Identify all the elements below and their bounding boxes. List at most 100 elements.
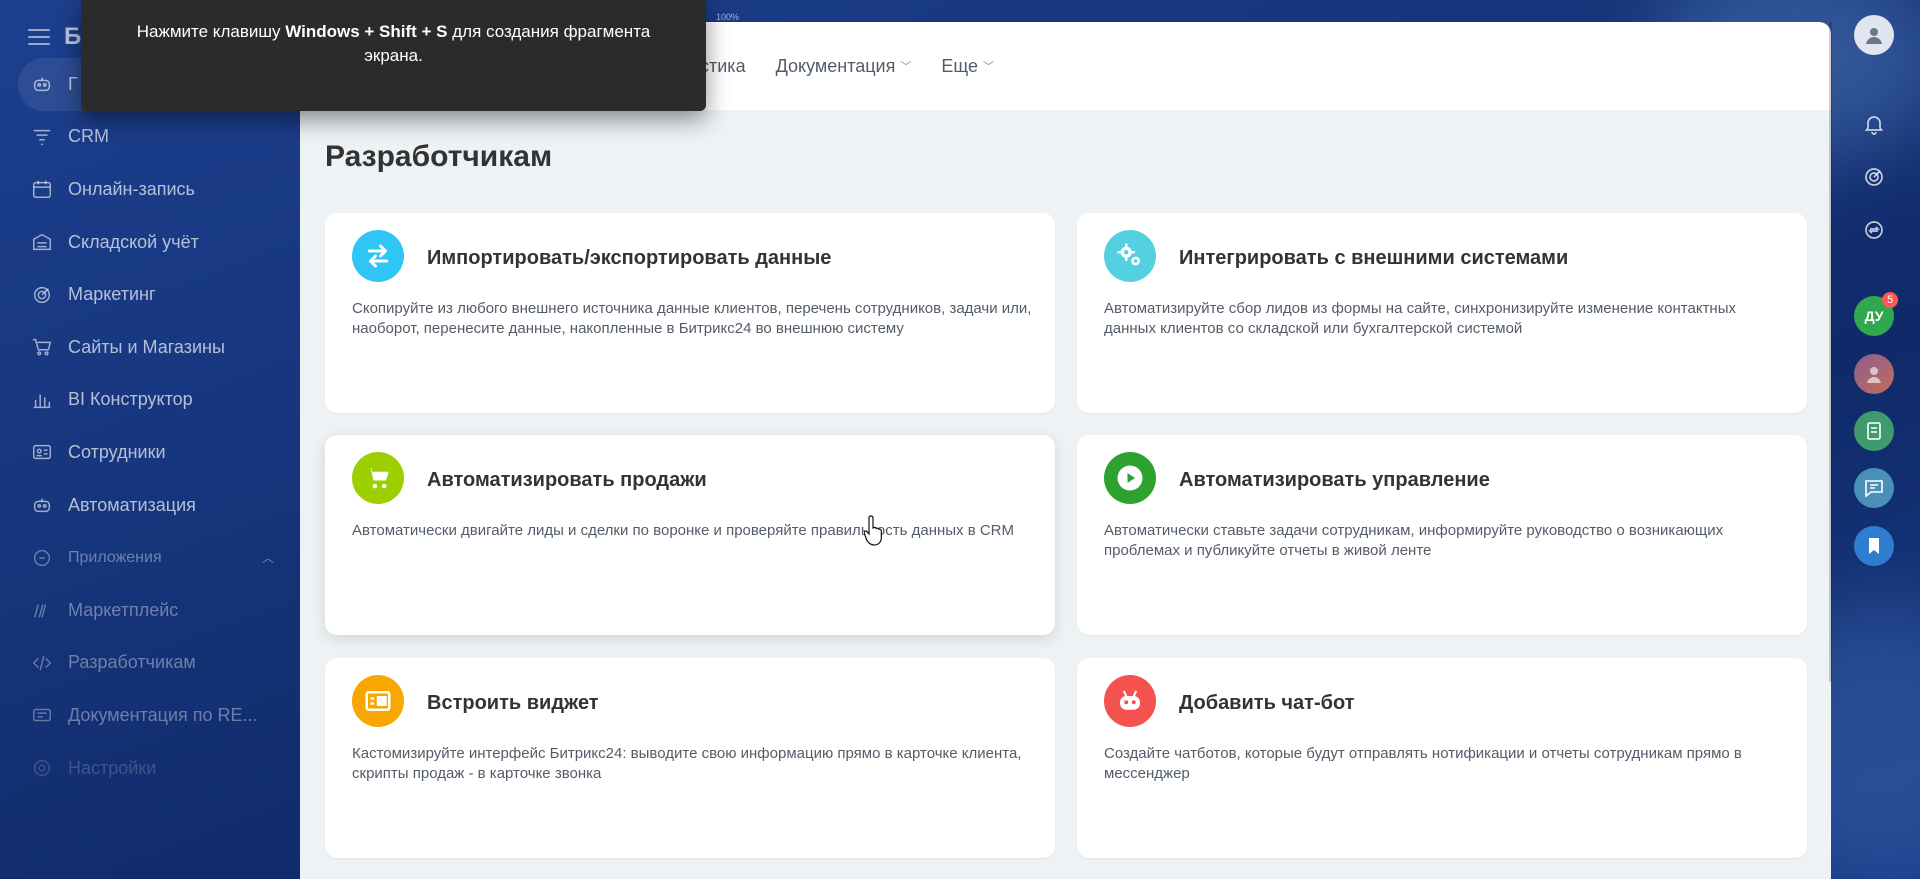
- nav-link-analytics[interactable]: стика: [700, 56, 746, 77]
- open-channels-button[interactable]: [1854, 468, 1894, 508]
- card-title: Добавить чат-бот: [1179, 692, 1355, 714]
- card-automate-management[interactable]: Автоматизировать управление Автоматическ…: [1077, 435, 1807, 635]
- card-embed-widget[interactable]: Встроить виджет Кастомизируйте интерфейс…: [325, 658, 1055, 858]
- cart-icon: [352, 452, 404, 504]
- sidebar-item-label: Г: [68, 73, 78, 94]
- swap-arrows-icon: [352, 230, 404, 282]
- sidebar-item-label: Складской учёт: [68, 231, 199, 252]
- nav-link-label: Документация: [775, 55, 896, 76]
- card-integrate-external[interactable]: Интегрировать с внешними системами Автом…: [1077, 213, 1807, 413]
- chevron-down-icon: ﹀: [983, 61, 994, 73]
- sidebar-item-sites-shops[interactable]: Сайты и Магазины: [18, 321, 290, 374]
- sidebar-item-automation[interactable]: Автоматизация: [18, 479, 290, 532]
- sidebar-section-label: Приложения: [68, 548, 162, 566]
- activity-button[interactable]: [1854, 157, 1894, 197]
- notifications-button[interactable]: [1854, 104, 1894, 144]
- sidebar-item-crm[interactable]: CRM: [18, 111, 290, 164]
- contact-avatar[interactable]: ДУ 5: [1854, 292, 1898, 336]
- toast-text: Нажмите клавишу: [136, 22, 286, 41]
- card-title: Автоматизировать продажи: [427, 469, 707, 491]
- sidebar-item-marketplace[interactable]: Маркетплейс: [18, 584, 290, 637]
- sidebar-section-apps[interactable]: Приложения ︿: [18, 531, 290, 584]
- docs-icon: [30, 704, 54, 726]
- cart-icon: [30, 336, 54, 358]
- unread-badge: 5: [1882, 292, 1898, 308]
- sidebar-item-label: BI Конструктор: [68, 389, 193, 410]
- apps-icon: [30, 547, 54, 569]
- sidebar-item-label: Разработчикам: [68, 652, 196, 673]
- nav-link-label: Еще: [941, 55, 978, 76]
- sidebar-item-label: Маркетинг: [68, 284, 156, 305]
- sidebar-item-label: CRM: [68, 126, 109, 147]
- chat-icon: [1865, 480, 1883, 498]
- hand-cursor-icon: [864, 515, 882, 546]
- main-content: Разработчикам Импортировать/экспортирова…: [300, 110, 1831, 879]
- card-import-export[interactable]: Импортировать/экспортировать данные Скоп…: [325, 213, 1055, 413]
- target-icon: [1865, 168, 1883, 186]
- card-title: Импортировать/экспортировать данные: [427, 247, 832, 269]
- id-card-icon: [30, 441, 54, 463]
- card-description: Скопируйте из любого внешнего источника …: [352, 300, 1032, 337]
- card-description: Автоматически двигайте лиды и сделки по …: [352, 522, 1015, 539]
- chevron-up-icon[interactable]: ︿: [262, 549, 274, 566]
- sidebar-item-label: Настройки: [68, 757, 157, 778]
- menu-toggle-icon[interactable]: [28, 29, 50, 45]
- sidebar-item-bi-builder[interactable]: BI Конструктор: [18, 374, 290, 427]
- bot-icon: [1104, 675, 1156, 727]
- robot-icon: [30, 494, 54, 516]
- nav-link-label: стика: [700, 55, 746, 76]
- warehouse-icon: [30, 231, 54, 253]
- sidebar-item-label: Маркетплейс: [68, 599, 179, 620]
- toast-shortcut: Windows + Shift + S: [285, 22, 448, 41]
- card-title: Встроить виджет: [427, 692, 599, 714]
- brand-logo[interactable]: Б: [64, 23, 81, 51]
- nav-link-documentation[interactable]: Документация ﹀: [776, 56, 912, 77]
- chart-icon: [30, 389, 54, 411]
- card-title: Интегрировать с внешними системами: [1179, 247, 1569, 269]
- bookmarks-button[interactable]: [1854, 526, 1894, 566]
- sidebar-item-label: Документация по RE...: [68, 704, 258, 725]
- document-icon: [1867, 422, 1881, 440]
- avatar-initials: ДУ: [1864, 308, 1884, 324]
- target-icon: [30, 284, 54, 306]
- sidebar-item-marketing[interactable]: Маркетинг: [18, 268, 290, 321]
- left-sidebar: Б Г CRM Онлайн-запись Складской учёт Мар…: [0, 0, 300, 879]
- card-title: Автоматизировать управление: [1179, 469, 1490, 491]
- right-toolbar: ДУ 5: [1831, 0, 1920, 879]
- sidebar-item-label: Автоматизация: [68, 494, 196, 515]
- code-icon: [30, 652, 54, 674]
- play-icon: [1104, 452, 1156, 504]
- sidebar-item-online-booking[interactable]: Онлайн-запись: [18, 163, 290, 216]
- sidebar-item-employees[interactable]: Сотрудники: [18, 426, 290, 479]
- sidebar-item-label: Сайты и Магазины: [68, 336, 225, 357]
- contact-avatar-photo[interactable]: [1854, 354, 1894, 394]
- sidebar-item-developers[interactable]: Разработчикам: [18, 637, 290, 690]
- user-avatar[interactable]: [1854, 15, 1894, 55]
- chat-group-button[interactable]: [1854, 411, 1894, 451]
- gear-icon: [30, 757, 54, 779]
- person-icon: [1867, 367, 1881, 383]
- gears-icon: [1104, 230, 1156, 282]
- sidebar-item-label: Сотрудники: [68, 441, 166, 462]
- chevron-down-icon: ﹀: [900, 61, 912, 73]
- nav-link-more[interactable]: Еще ﹀: [941, 56, 994, 77]
- calendar-icon: [30, 178, 54, 200]
- card-description: Создайте чатботов, которые будут отправл…: [1104, 745, 1742, 782]
- marketplace-icon: [30, 599, 54, 621]
- sidebar-item-warehouse[interactable]: Складской учёт: [18, 216, 290, 269]
- screenshot-hint-toast: Нажмите клавишу Windows + Shift + S для …: [81, 0, 706, 111]
- sidebar-item-label: Онлайн-запись: [68, 178, 195, 199]
- sidebar-item-settings[interactable]: Настройки: [18, 742, 290, 795]
- widget-icon: [352, 675, 404, 727]
- sync-button[interactable]: [1854, 210, 1894, 250]
- page-title: Разработчикам: [325, 140, 553, 173]
- bell-icon: [1864, 116, 1884, 135]
- top-nav: стика Документация ﹀ Еще ﹀: [700, 22, 994, 110]
- card-automate-sales[interactable]: Автоматизировать продажи Автоматически д…: [325, 435, 1055, 635]
- card-description: Автоматизируйте сбор лидов из формы на с…: [1104, 300, 1736, 337]
- sidebar-header: Б: [28, 23, 81, 51]
- card-add-chatbot[interactable]: Добавить чат-бот Создайте чатботов, кото…: [1077, 658, 1807, 858]
- card-description: Кастомизируйте интерфейс Битрикс24: выво…: [352, 745, 1022, 782]
- sync-icon: [1865, 221, 1883, 239]
- sidebar-item-rest-docs[interactable]: Документация по RE...: [18, 689, 290, 742]
